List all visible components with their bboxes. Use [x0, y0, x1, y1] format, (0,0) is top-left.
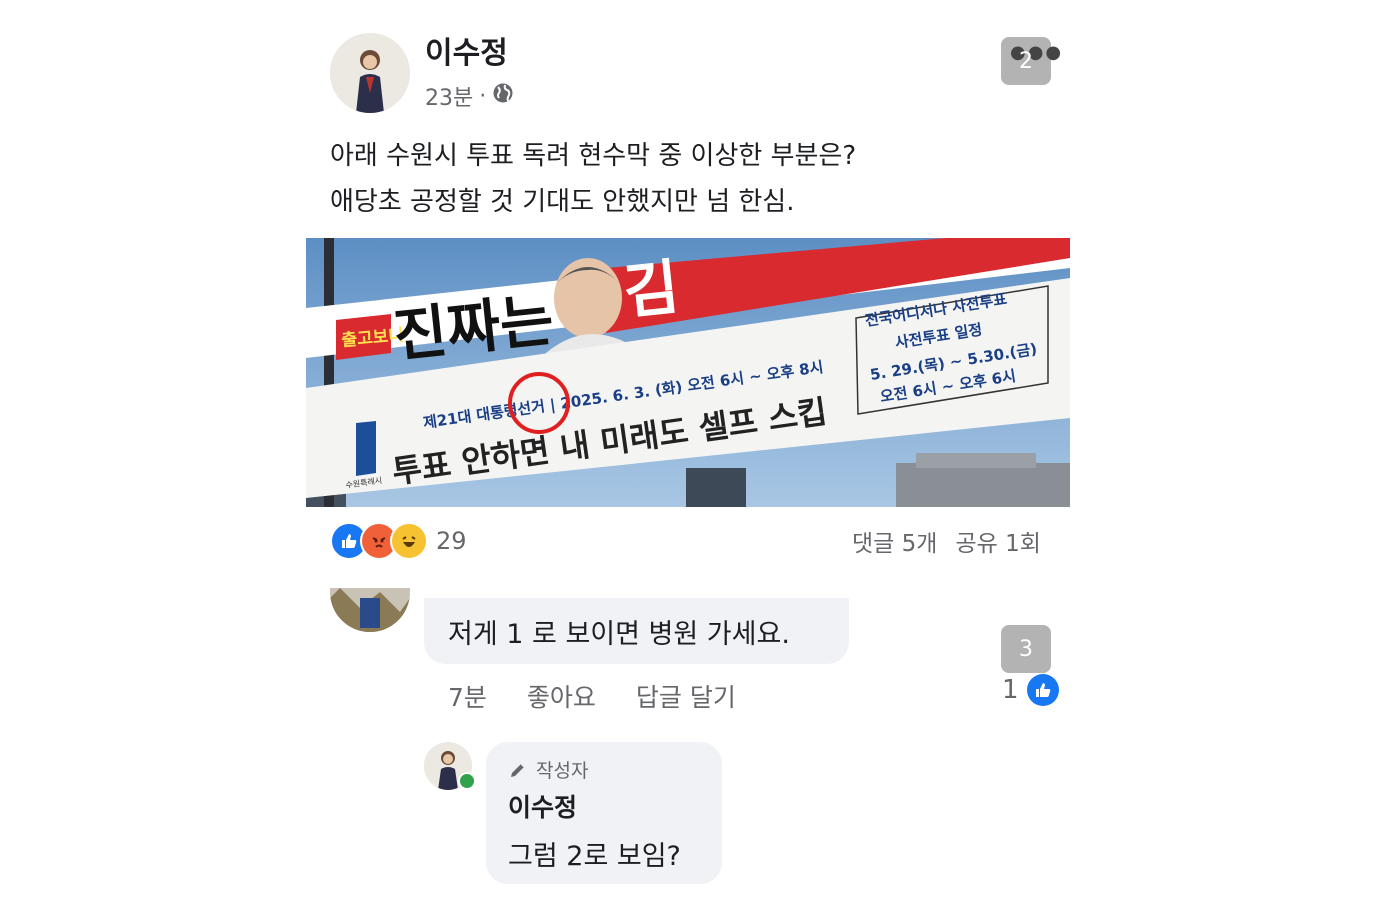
comments-count[interactable]: 댓글 5개 [852, 524, 937, 558]
reply-text: 그럼 2로 보임? [508, 841, 681, 872]
shares-count[interactable]: 공유 1회 [955, 524, 1040, 558]
post-time[interactable]: 23분 [425, 80, 473, 112]
comment-actions: 7분 좋아요 답글 달기 [448, 678, 736, 714]
reply-author-name[interactable]: 이수정 [508, 788, 577, 824]
commenter-avatar[interactable] [330, 588, 410, 632]
thumbs-up-icon [1026, 674, 1059, 706]
more-options-button[interactable]: ●●● 2 [1001, 37, 1061, 85]
reply-bubble: 작성자 이수정 그럼 2로 보임? [486, 742, 722, 884]
post-photo[interactable]: 출고보니 진짜는 김 제21대 대통령선거 | 2025. 6. 3. (화) … [306, 238, 1070, 507]
thread-badge: 3 [1001, 625, 1051, 673]
comment-reply-button[interactable]: 답글 달기 [636, 678, 736, 714]
post-stats: 댓글 5개 공유 1회 [852, 524, 1041, 558]
comment-like-button[interactable]: 좋아요 [527, 678, 596, 714]
post-text-line-2: 애당초 공정할 것 기대도 안했지만 넘 한심. [330, 187, 795, 217]
globe-icon [492, 82, 514, 110]
comment-text: 저게 1 로 보이면 병원 가세요. [448, 619, 790, 650]
author-tag: 작성자 [508, 756, 588, 783]
comment-like-count-value: 1 [1002, 675, 1019, 705]
comment-bubble: 저게 1 로 보이면 병원 가세요. [424, 598, 849, 664]
post-meta: 23분 · [425, 80, 514, 112]
reactions-summary[interactable]: 29 [330, 522, 467, 560]
post-text: 아래 수원시 투표 독려 현수막 중 이상한 부분은? 애당초 공정할 것 기대… [330, 133, 856, 225]
pencil-icon [511, 763, 525, 777]
svg-text:김: 김 [620, 253, 682, 328]
more-options-badge: 2 [1019, 49, 1033, 74]
meta-separator: · [479, 83, 487, 109]
comment-like-count[interactable]: 1 [1002, 674, 1059, 706]
online-status-dot [458, 772, 476, 790]
post-text-line-1: 아래 수원시 투표 독려 현수막 중 이상한 부분은? [330, 141, 857, 171]
comment-time[interactable]: 7분 [448, 678, 487, 714]
haha-reaction-icon [390, 522, 428, 560]
author-name[interactable]: 이수정 [425, 28, 508, 72]
author-avatar[interactable] [330, 33, 410, 113]
reaction-count: 29 [436, 527, 467, 555]
author-tag-label: 작성자 [536, 760, 589, 782]
